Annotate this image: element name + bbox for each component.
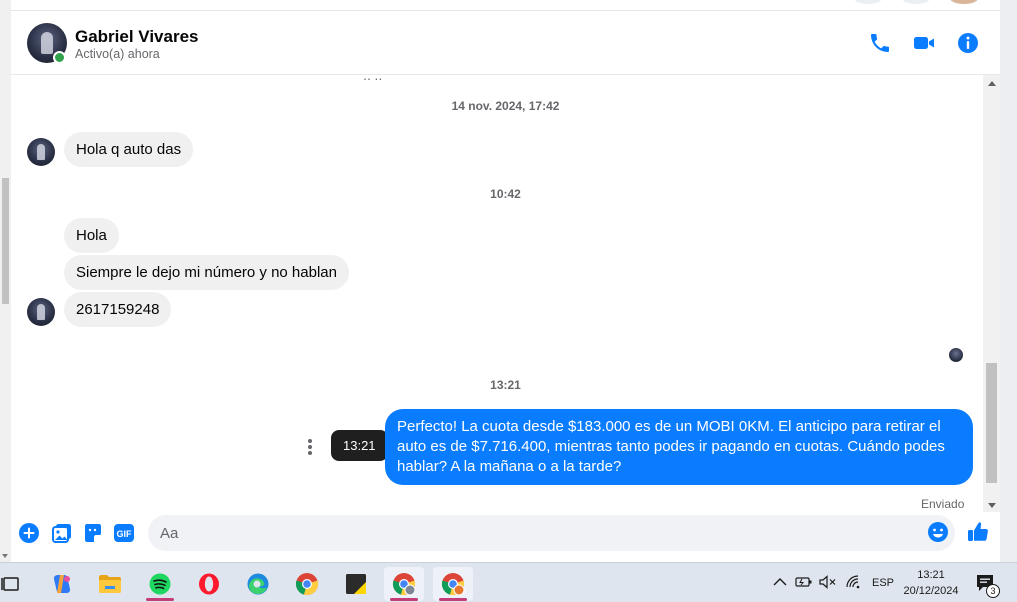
right-margin: [1000, 0, 1017, 562]
notification-count-badge: 3: [986, 584, 1000, 598]
chrome-profile-app[interactable]: [384, 567, 424, 601]
scroll-up-arrow[interactable]: [988, 81, 996, 86]
add-icon[interactable]: [18, 522, 40, 544]
message-list[interactable]: ‥ ‥ 14 nov. 2024, 17:42 Hola q auto das …: [11, 75, 1000, 512]
message-time-tooltip: 13:21: [331, 430, 388, 461]
sticker-icon[interactable]: [82, 522, 104, 544]
chevron-up-icon[interactable]: [773, 576, 787, 588]
chrome-profile-icon: [392, 573, 416, 596]
top-strip-button[interactable]: [853, 0, 883, 4]
scroll-down-arrow[interactable]: [988, 503, 996, 508]
message-timestamp: 14 nov. 2024, 17:42: [451, 99, 560, 113]
video-camera-icon[interactable]: [912, 31, 936, 55]
edge-app[interactable]: [238, 567, 278, 601]
outgoing-message[interactable]: Perfecto! La cuota desde $183.000 es de …: [385, 409, 973, 485]
chrome-icon: [295, 573, 319, 596]
page-scroll-down-arrow[interactable]: [2, 554, 8, 558]
message-more-options-icon[interactable]: [302, 437, 318, 457]
task-view-icon: [1, 577, 19, 591]
page-scrollbar[interactable]: [0, 0, 11, 562]
message-scrollbar[interactable]: [983, 75, 1000, 512]
incoming-message[interactable]: 2617159248: [64, 292, 172, 327]
battery-icon[interactable]: [795, 575, 813, 589]
top-strip: [11, 0, 1000, 11]
opera-app[interactable]: [189, 567, 229, 601]
sender-avatar[interactable]: [27, 298, 55, 326]
thumbs-up-icon[interactable]: [966, 520, 990, 544]
chat-header: Gabriel Vivares Activo(a) ahora: [11, 11, 1000, 75]
phone-icon[interactable]: [868, 31, 892, 55]
message-input[interactable]: [148, 515, 955, 551]
gif-icon[interactable]: GIF: [113, 522, 135, 544]
page-scrollbar-thumb[interactable]: [2, 178, 9, 304]
contact-name[interactable]: Gabriel Vivares: [75, 27, 199, 47]
chrome-profile-app[interactable]: [433, 567, 473, 601]
top-strip-avatar[interactable]: [949, 0, 979, 4]
sticky-notes-icon: [346, 574, 366, 594]
incoming-message[interactable]: Hola: [64, 218, 119, 253]
incoming-message[interactable]: Hola q auto das: [64, 132, 194, 167]
taskbar: ESP 13:21 20/12/2024 3: [0, 562, 1017, 602]
input-language[interactable]: ESP: [872, 563, 894, 602]
copilot-icon: [53, 575, 71, 593]
clock-date: 20/12/2024: [903, 585, 959, 597]
sender-avatar[interactable]: [27, 138, 55, 166]
contact-status: Activo(a) ahora: [75, 47, 160, 61]
running-indicator: [390, 598, 418, 601]
info-icon[interactable]: [956, 31, 980, 55]
file-explorer-app[interactable]: [90, 567, 130, 601]
sticky-notes-app[interactable]: [336, 567, 376, 601]
message-scrollbar-thumb[interactable]: [986, 363, 997, 483]
clock[interactable]: 13:21 20/12/2024: [896, 567, 966, 599]
task-view-button[interactable]: [0, 567, 31, 601]
top-strip-button[interactable]: [901, 0, 931, 4]
speaker-muted-icon[interactable]: [819, 575, 837, 589]
copilot-app[interactable]: [42, 567, 82, 601]
language-label: ESP: [872, 577, 895, 589]
gif-label: GIF: [117, 529, 133, 539]
message-status: Enviado: [921, 497, 965, 511]
clipped-previous-message: ‥ ‥: [363, 75, 383, 83]
wifi-icon[interactable]: [845, 575, 861, 589]
spotify-app[interactable]: [140, 567, 180, 601]
online-indicator: [53, 51, 66, 64]
chrome-profile-icon: [441, 573, 465, 596]
chat-window: Gabriel Vivares Activo(a) ahora ‥ ‥ 14 n…: [11, 11, 1000, 562]
spotify-icon: [149, 573, 171, 595]
image-icon[interactable]: [51, 522, 73, 544]
clock-time: 13:21: [917, 569, 945, 581]
message-timestamp: 10:42: [490, 187, 521, 201]
opera-icon: [199, 573, 219, 595]
read-receipt-avatar: [949, 348, 963, 362]
running-indicator: [146, 598, 174, 601]
running-indicator: [439, 598, 467, 601]
edge-icon: [247, 573, 269, 595]
message-timestamp: 13:21: [490, 378, 521, 392]
incoming-message[interactable]: Siempre le dejo mi número y no hablan: [64, 255, 349, 290]
emoji-icon[interactable]: [927, 521, 949, 543]
chrome-app[interactable]: [287, 567, 327, 601]
folder-icon: [99, 575, 121, 593]
message-composer: GIF: [11, 512, 1000, 562]
